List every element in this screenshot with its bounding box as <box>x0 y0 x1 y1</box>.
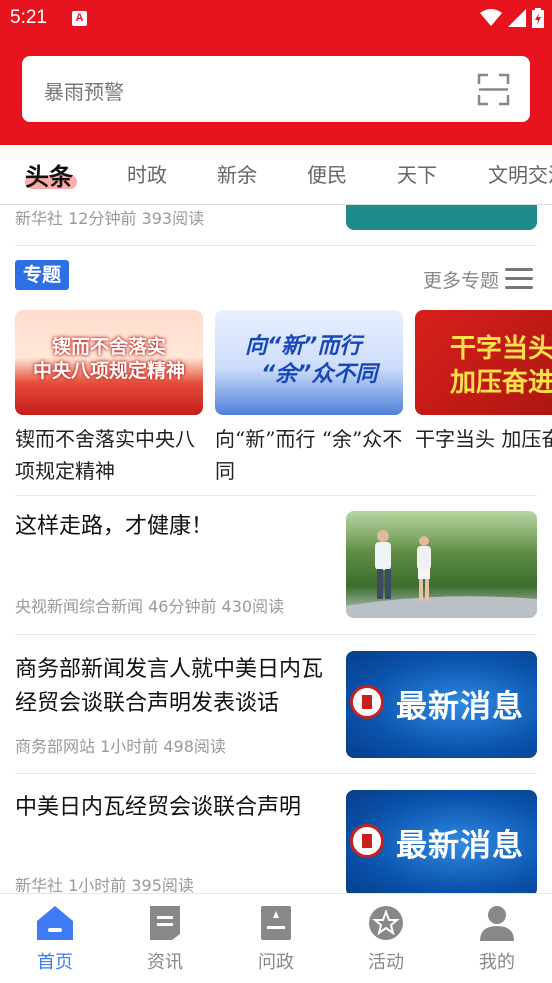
nav-inquiry[interactable]: 问政 <box>221 904 331 974</box>
nav-news[interactable]: 资讯 <box>110 904 220 974</box>
news-item[interactable]: 这样走路，才健康！ 央视新闻综合新闻 46分钟前 430阅读 <box>0 496 552 634</box>
nav-label: 首页 <box>37 952 73 973</box>
nav-label: 资讯 <box>147 952 183 973</box>
topic-image: 锲而不舍落实 中央八项规定精神 <box>15 310 203 415</box>
divider <box>15 245 537 246</box>
nav-home[interactable]: 首页 <box>0 904 110 974</box>
bottom-navigation: 首页 资讯 问政 活动 我的 <box>0 893 552 983</box>
topic-image-text: 加压奋进 <box>450 368 552 398</box>
commerce-ministry-emblem-icon <box>350 685 384 719</box>
nav-label: 问政 <box>258 952 294 973</box>
channel-tabs: 头条 时政 新余 便民 天下 文明交流 <box>0 145 552 205</box>
inquiry-icon <box>257 904 295 942</box>
scan-icon[interactable] <box>477 73 510 106</box>
topic-title: 干字当头 加压奋进 <box>415 427 552 451</box>
topic-card[interactable]: 向“新”而行 “余”众不同 向“新”而行 “余”众不同 <box>215 310 403 487</box>
thumbnail-text: 最新消息 <box>396 828 524 864</box>
partial-item-meta: 新华社 12分钟前 393阅读 <box>15 209 205 228</box>
wifi-icon <box>480 9 502 26</box>
tab-headlines[interactable]: 头条 <box>25 157 73 192</box>
news-item[interactable]: 商务部新闻发言人就中美日内瓦经贸会谈联合声明发表谈话 商务部网站 1小时前 49… <box>0 635 552 773</box>
topic-image: 向“新”而行 “余”众不同 <box>215 310 403 415</box>
app-header: 5:21 A 暴雨预警 <box>0 0 552 145</box>
thumbnail-text: 最新消息 <box>396 689 524 725</box>
news-meta: 新华社 1小时前 395阅读 <box>15 876 194 893</box>
news-item[interactable]: 中美日内瓦经贸会谈联合声明 新华社 1小时前 395阅读 最新消息 <box>0 774 552 893</box>
topic-title: 锲而不舍落实中央八项规定精神 <box>15 427 195 483</box>
news-feed[interactable]: 新华社 12分钟前 393阅读 专题 更多专题 锲而不舍落实 中央八项规定精神 … <box>0 205 552 893</box>
activity-icon <box>367 904 405 942</box>
topic-image-text: “余”众不同 <box>261 362 378 387</box>
topic-card[interactable]: 锲而不舍落实 中央八项规定精神 锲而不舍落实中央八项规定精神 <box>15 310 203 487</box>
nav-profile[interactable]: 我的 <box>442 904 552 974</box>
tab-world[interactable]: 天下 <box>397 159 437 188</box>
tab-civilization[interactable]: 文明交流 <box>488 159 552 188</box>
nav-activity[interactable]: 活动 <box>331 904 441 974</box>
topic-image: 干字当头 加压奋进 <box>415 310 552 415</box>
walking-couple-illustration <box>346 530 537 618</box>
notification-app-icon: A <box>72 11 87 26</box>
nav-label: 我的 <box>479 952 515 973</box>
topic-image-text: 锲而不舍落实 <box>51 336 166 358</box>
search-bar[interactable]: 暴雨预警 <box>22 56 530 122</box>
topic-card[interactable]: 干字当头 加压奋进 干字当头 加压奋进 <box>415 310 552 455</box>
status-bar: 5:21 A <box>0 0 552 38</box>
news-title: 商务部新闻发言人就中美日内瓦经贸会谈联合声明发表谈话 <box>15 657 324 716</box>
news-meta: 央视新闻综合新闻 46分钟前 430阅读 <box>15 597 285 616</box>
home-icon <box>36 904 74 942</box>
search-placeholder: 暴雨预警 <box>44 80 124 104</box>
battery-icon <box>532 8 544 28</box>
status-time: 5:21 <box>10 7 47 28</box>
commerce-ministry-emblem-icon <box>350 824 384 858</box>
partial-item-thumbnail[interactable] <box>346 205 537 230</box>
nav-label: 活动 <box>368 952 404 973</box>
profile-icon <box>478 904 516 942</box>
topics-badge: 专题 <box>15 260 70 290</box>
tab-politics[interactable]: 时政 <box>127 159 167 188</box>
news-thumbnail: 最新消息 <box>346 651 537 758</box>
news-thumbnail <box>346 511 537 618</box>
topic-image-text: 中央八项规定精神 <box>32 360 185 382</box>
menu-icon[interactable] <box>505 268 533 290</box>
news-thumbnail: 最新消息 <box>346 790 537 893</box>
tab-services[interactable]: 便民 <box>307 159 347 188</box>
topic-image-text: 干字当头 <box>450 334 552 364</box>
news-title: 这样走路，才健康！ <box>15 514 214 539</box>
news-title: 中美日内瓦经贸会谈联合声明 <box>15 795 302 820</box>
news-icon <box>146 904 184 942</box>
more-topics-link[interactable]: 更多专题 <box>423 266 499 293</box>
news-meta: 商务部网站 1小时前 498阅读 <box>15 737 226 756</box>
status-icons <box>480 8 544 28</box>
signal-icon <box>508 9 526 27</box>
topic-title: 向“新”而行 “余”众不同 <box>215 427 403 483</box>
tab-xinyu[interactable]: 新余 <box>217 159 257 188</box>
